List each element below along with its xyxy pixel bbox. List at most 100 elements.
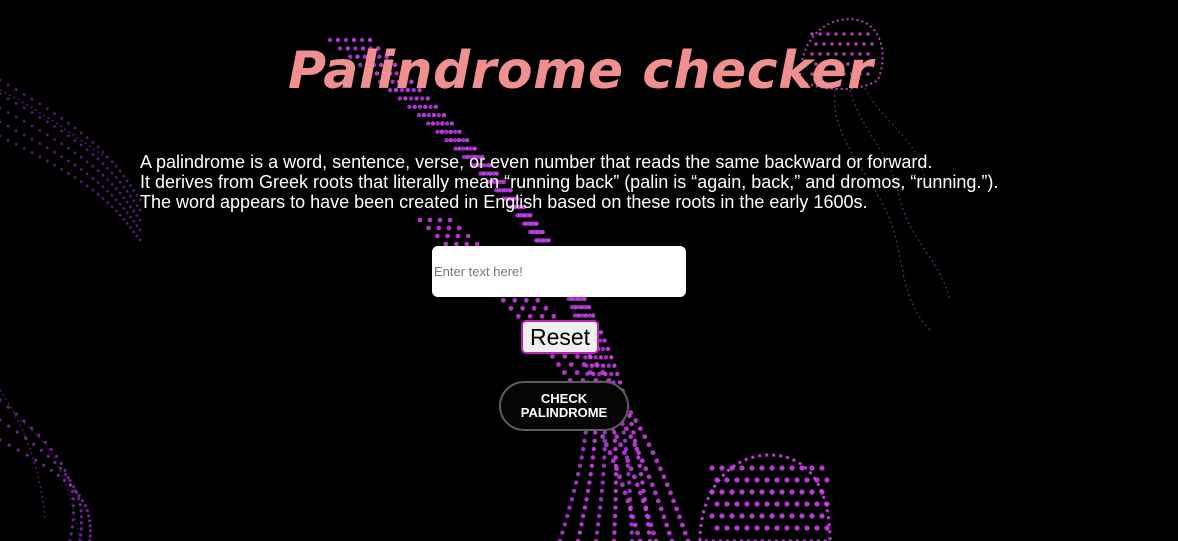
tentacle-dot <box>627 480 632 485</box>
tentacle-dot <box>122 196 126 200</box>
tentacle-dot <box>70 525 74 529</box>
tentacle-dot <box>7 443 11 447</box>
tentacle-dot <box>38 102 42 106</box>
tentacle-dot <box>58 466 63 470</box>
bell-dot <box>794 477 800 483</box>
tentacle-dot <box>460 138 466 143</box>
tentacle-dot <box>73 163 77 167</box>
tentacle-dot <box>455 233 461 239</box>
tentacle-dot <box>77 497 81 501</box>
tentacle-dot <box>574 370 580 375</box>
bell-dot <box>724 525 730 531</box>
tentacle-dot <box>448 138 453 143</box>
tentacle-dot <box>575 354 580 359</box>
page-title: Palindrome checker <box>288 41 874 101</box>
tentacle-dot <box>118 191 122 195</box>
tentacle-dot <box>440 121 445 126</box>
tentacle-dot <box>448 129 453 134</box>
tentacle-dot <box>574 480 579 485</box>
bell-dot <box>789 465 795 471</box>
tentacle-dot <box>106 178 110 182</box>
tentacle-dot <box>625 498 631 504</box>
tentacle-dot <box>633 418 639 423</box>
bell-dot <box>779 513 785 519</box>
bell-dot <box>744 477 750 483</box>
tentacle-dot <box>614 434 620 440</box>
tentacle-dot <box>627 488 632 494</box>
tentacle-dot <box>101 185 105 189</box>
tentacle-dot <box>6 405 10 409</box>
tentacle-dot <box>45 120 49 124</box>
bell-dot <box>734 525 740 531</box>
tentacle-dot <box>85 148 89 152</box>
tentacle-dot <box>38 129 42 132</box>
tentacle-dot <box>628 466 634 472</box>
tentacle-dot <box>14 412 18 416</box>
tentacle-dot <box>585 488 591 494</box>
bell-dot <box>759 465 765 471</box>
tentacle-dot <box>464 138 470 143</box>
tentacle-dot <box>634 482 640 488</box>
tentacle-dot <box>0 418 2 422</box>
tentacle-dot <box>14 115 18 119</box>
tentacle-dot <box>430 121 436 126</box>
tentacle-dot <box>431 112 437 118</box>
tentacle-dot <box>118 213 122 217</box>
tentacle-dot <box>587 480 592 485</box>
tentacle-dot <box>132 220 136 223</box>
tentacle-dot <box>527 313 533 319</box>
bell-dot <box>739 489 745 495</box>
check-palindrome-button[interactable]: CHECK PALINDROME <box>499 381 629 431</box>
tentacle-dot <box>59 461 63 465</box>
tentacle-dot <box>648 522 654 528</box>
tentacle-dot <box>73 126 77 130</box>
tentacle-dot <box>447 217 453 223</box>
tentacle-dot <box>428 104 433 110</box>
tentacle-dot <box>445 233 450 239</box>
tentacle-dot <box>668 490 673 496</box>
tentacle-dot <box>651 530 656 536</box>
tentacle-dot <box>635 530 640 536</box>
bell-dot <box>774 501 780 507</box>
tentacle-dot <box>0 92 2 96</box>
tentacle-dot <box>646 474 652 480</box>
tentacle-dot <box>118 180 122 184</box>
tentacle-dot <box>613 446 618 452</box>
tentacle-dot <box>588 472 593 477</box>
bell-dot <box>784 501 790 507</box>
text-input[interactable] <box>432 246 686 297</box>
tentacle-dot <box>601 472 606 477</box>
tentacle-dot <box>71 497 75 501</box>
tentacle-dot <box>125 222 129 225</box>
tentacle-dot <box>60 129 64 133</box>
tentacle-dot <box>22 419 26 423</box>
tentacle-dot <box>620 482 625 488</box>
bell-dot <box>842 32 846 36</box>
bell-dot <box>784 525 790 531</box>
bell-dot <box>729 513 735 519</box>
tentacle-dot <box>602 455 607 460</box>
tentacle-dot <box>609 371 614 377</box>
tentacle-dot <box>468 146 473 151</box>
tentacle-dot <box>30 151 34 155</box>
tentacle-dot <box>658 506 664 512</box>
tentacle-dot <box>632 522 638 528</box>
tentacle-dot <box>435 121 440 126</box>
tentacle-dot <box>70 490 74 494</box>
tentacle-dot <box>650 450 656 456</box>
tentacle-dot <box>45 107 49 111</box>
tentacle-dot <box>444 129 449 134</box>
tentacle-dot <box>646 514 651 520</box>
tentacle-dot <box>88 529 92 533</box>
bell-dot <box>789 513 795 519</box>
tentacle-dot <box>68 483 72 487</box>
tentacle-dot <box>677 514 682 520</box>
tentacle-dot <box>135 234 139 238</box>
tentacle-dot <box>562 354 568 359</box>
bell-dot <box>724 501 730 507</box>
reset-button[interactable]: Reset <box>521 320 599 354</box>
tentacle-dot <box>69 532 73 536</box>
tentacle-dot <box>110 160 114 164</box>
bell-dot <box>809 489 815 495</box>
tentacle-dot <box>91 141 95 144</box>
